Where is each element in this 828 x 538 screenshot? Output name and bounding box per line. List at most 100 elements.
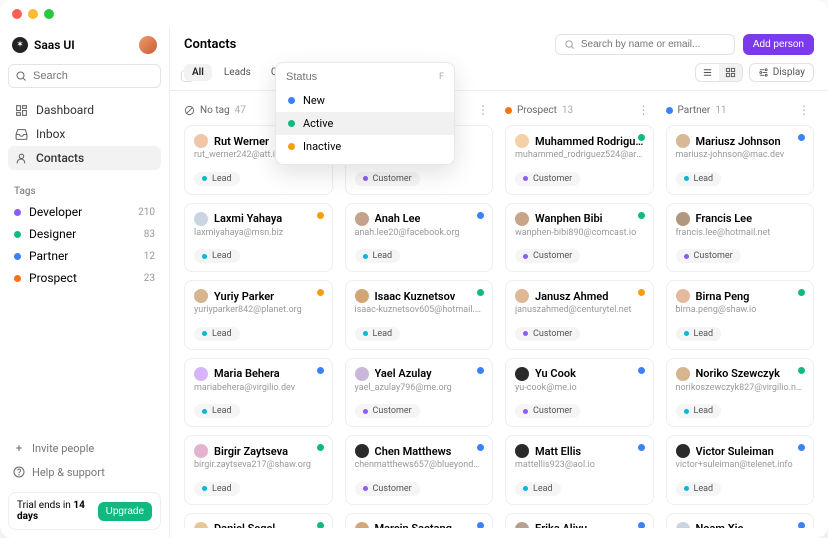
badge-dot-icon [202, 254, 207, 259]
sidebar-item-contacts[interactable]: Contacts [8, 146, 161, 170]
status-indicator-icon [638, 367, 645, 374]
contact-card[interactable]: Birna Pengbirna.peng@shaw.ioLead [666, 280, 815, 350]
tag-dot-icon [14, 209, 21, 216]
column-menu-button[interactable]: ⋮ [473, 103, 493, 117]
contact-email: chenmatthews657@blueyonder.com [355, 460, 484, 470]
contact-card[interactable]: Anah Leeanah.lee20@facebook.orgLead [345, 203, 494, 273]
badge-dot-icon [684, 176, 689, 181]
column-title: Prospect [517, 105, 557, 116]
contact-card[interactable]: Chen Matthewschenmatthews657@blueyonder.… [345, 435, 494, 505]
upgrade-button[interactable]: Upgrade [98, 502, 152, 521]
sidebar-item-dashboard[interactable]: Dashboard [8, 98, 161, 122]
filter-option-inactive[interactable]: Inactive [276, 135, 454, 158]
contact-name: Victor Suleiman [696, 445, 774, 458]
contact-card[interactable]: Birgir Zaytsevabirgir.zaytseva217@shaw.o… [184, 435, 333, 505]
column-menu-button[interactable]: ⋮ [634, 103, 654, 117]
contact-card[interactable]: Isaac Kuznetsovisaac-kuznetsov605@hotmai… [345, 280, 494, 350]
badge-dot-icon [363, 176, 368, 181]
contact-card[interactable]: Laxmi Yahayalaxmiyahaya@msn.bizLead [184, 203, 333, 273]
tab-leads[interactable]: Leads [216, 64, 259, 81]
contact-card[interactable]: Wanphen Bibiwanphen-bibi890@comcast.ioCu… [505, 203, 654, 273]
contact-card[interactable]: Muhammed Rodriguezmuhammed_rodriguez524@… [505, 125, 654, 195]
tab-all[interactable]: All [184, 64, 212, 81]
contact-name: Francis Lee [696, 212, 753, 225]
contact-search-input[interactable] [581, 39, 726, 50]
search-icon [15, 69, 27, 83]
add-person-button[interactable]: Add person [743, 34, 814, 55]
contact-email: yael_azulay796@me.org [355, 383, 484, 393]
type-badge: Customer [515, 327, 580, 341]
tag-item-prospect[interactable]: Prospect23 [8, 267, 161, 289]
contact-name: Matt Ellis [535, 445, 581, 458]
display-button[interactable]: Display [749, 63, 814, 82]
contact-avatar [676, 134, 690, 148]
contact-card[interactable]: Marcin Saetangmarcin-saetang@gmail.bizLe… [345, 513, 494, 529]
type-badge: Customer [676, 249, 741, 263]
contact-card[interactable]: Yuriy Parkeryuriyparker842@planet.orgLea… [184, 280, 333, 350]
invite-people-link[interactable]: + Invite people [8, 436, 161, 460]
contact-name: Muhammed Rodriguez [535, 135, 644, 148]
type-badge: Customer [515, 404, 580, 418]
window-maximize-icon[interactable] [44, 9, 54, 19]
grid-view-button[interactable] [719, 64, 742, 81]
type-badge: Lead [194, 172, 240, 186]
filter-option-new[interactable]: New [276, 89, 454, 112]
contact-avatar [676, 212, 690, 226]
contact-email: birgir.zaytseva217@shaw.org [194, 460, 323, 470]
contact-avatar [515, 289, 529, 303]
contact-card[interactable]: Yu Cookyu-cook@me.ioCustomer [505, 358, 654, 428]
contact-card[interactable]: Janusz Ahmedjanuszahmed@centurytel.netCu… [505, 280, 654, 350]
sidebar-search-input[interactable] [33, 70, 175, 82]
column-count: 13 [562, 105, 573, 116]
display-button-label: Display [773, 67, 805, 78]
help-support-link[interactable]: Help & support [8, 460, 161, 484]
contact-card[interactable]: Francis Leefrancis.lee@hotmail.netCustom… [666, 203, 815, 273]
filter-option-active[interactable]: Active [276, 112, 454, 135]
contact-name: Noriko Szewczyk [696, 367, 780, 380]
tag-item-partner[interactable]: Partner12 [8, 245, 161, 267]
contact-card[interactable]: Maria Beheramariabehera@virgilio.devLead [184, 358, 333, 428]
window-minimize-icon[interactable] [28, 9, 38, 19]
column-menu-button[interactable]: ⋮ [794, 103, 814, 117]
badge-dot-icon [363, 254, 368, 259]
contact-card[interactable]: Matt Ellismattellis923@aol.ioLead [505, 435, 654, 505]
column-count: 11 [715, 105, 726, 116]
contact-name: Mariusz Johnson [696, 135, 781, 148]
tag-count: 23 [144, 273, 155, 284]
tag-item-designer[interactable]: Designer83 [8, 223, 161, 245]
contact-card[interactable]: Yael Azulayyael_azulay796@me.orgCustomer [345, 358, 494, 428]
contact-avatar [515, 134, 529, 148]
status-indicator-icon [798, 444, 805, 451]
plus-icon: + [12, 441, 26, 455]
contact-card[interactable]: Victor Suleimanvictor+suleiman@telenet.i… [666, 435, 815, 505]
filter-popover-input[interactable] [286, 71, 439, 83]
window-close-icon[interactable] [12, 9, 22, 19]
contact-search[interactable] [555, 34, 735, 55]
status-indicator-icon [798, 289, 805, 296]
badge-dot-icon [684, 409, 689, 414]
contact-card[interactable]: Erika Aliyuerika-aliyu@outlook.comLead [505, 513, 654, 529]
contact-name: Yu Cook [535, 367, 576, 380]
contact-card[interactable]: Noriko Szewczyknorikoszewczyk827@virgili… [666, 358, 815, 428]
status-indicator-icon [317, 289, 324, 296]
contact-card[interactable]: Mariusz Johnsonmariusz-johnson@mac.devLe… [666, 125, 815, 195]
nav-label: Dashboard [36, 103, 94, 117]
type-badge: Customer [515, 172, 580, 186]
contact-avatar [515, 444, 529, 458]
contact-name: Yael Azulay [375, 367, 432, 380]
contact-name: Erika Aliyu [535, 522, 587, 528]
sidebar-item-inbox[interactable]: Inbox [8, 122, 161, 146]
contact-email: isaac-kuznetsov605@hotmail.net [355, 305, 484, 315]
filter-option-label: New [303, 94, 325, 107]
help-support-label: Help & support [32, 466, 105, 479]
column-title: Partner [678, 105, 711, 116]
list-view-button[interactable] [696, 64, 719, 81]
user-avatar[interactable] [139, 36, 157, 54]
contact-card[interactable]: Noam Xienoam+xie@bol.ioCustomer [666, 513, 815, 529]
tag-item-developer[interactable]: Developer210 [8, 201, 161, 223]
contact-avatar [194, 134, 208, 148]
type-badge: Lead [194, 249, 240, 263]
contact-card[interactable]: Daniel Segeldanielsegel@aim.devCustomer [184, 513, 333, 529]
sidebar-search[interactable]: / [8, 64, 161, 88]
invite-people-label: Invite people [32, 442, 94, 455]
